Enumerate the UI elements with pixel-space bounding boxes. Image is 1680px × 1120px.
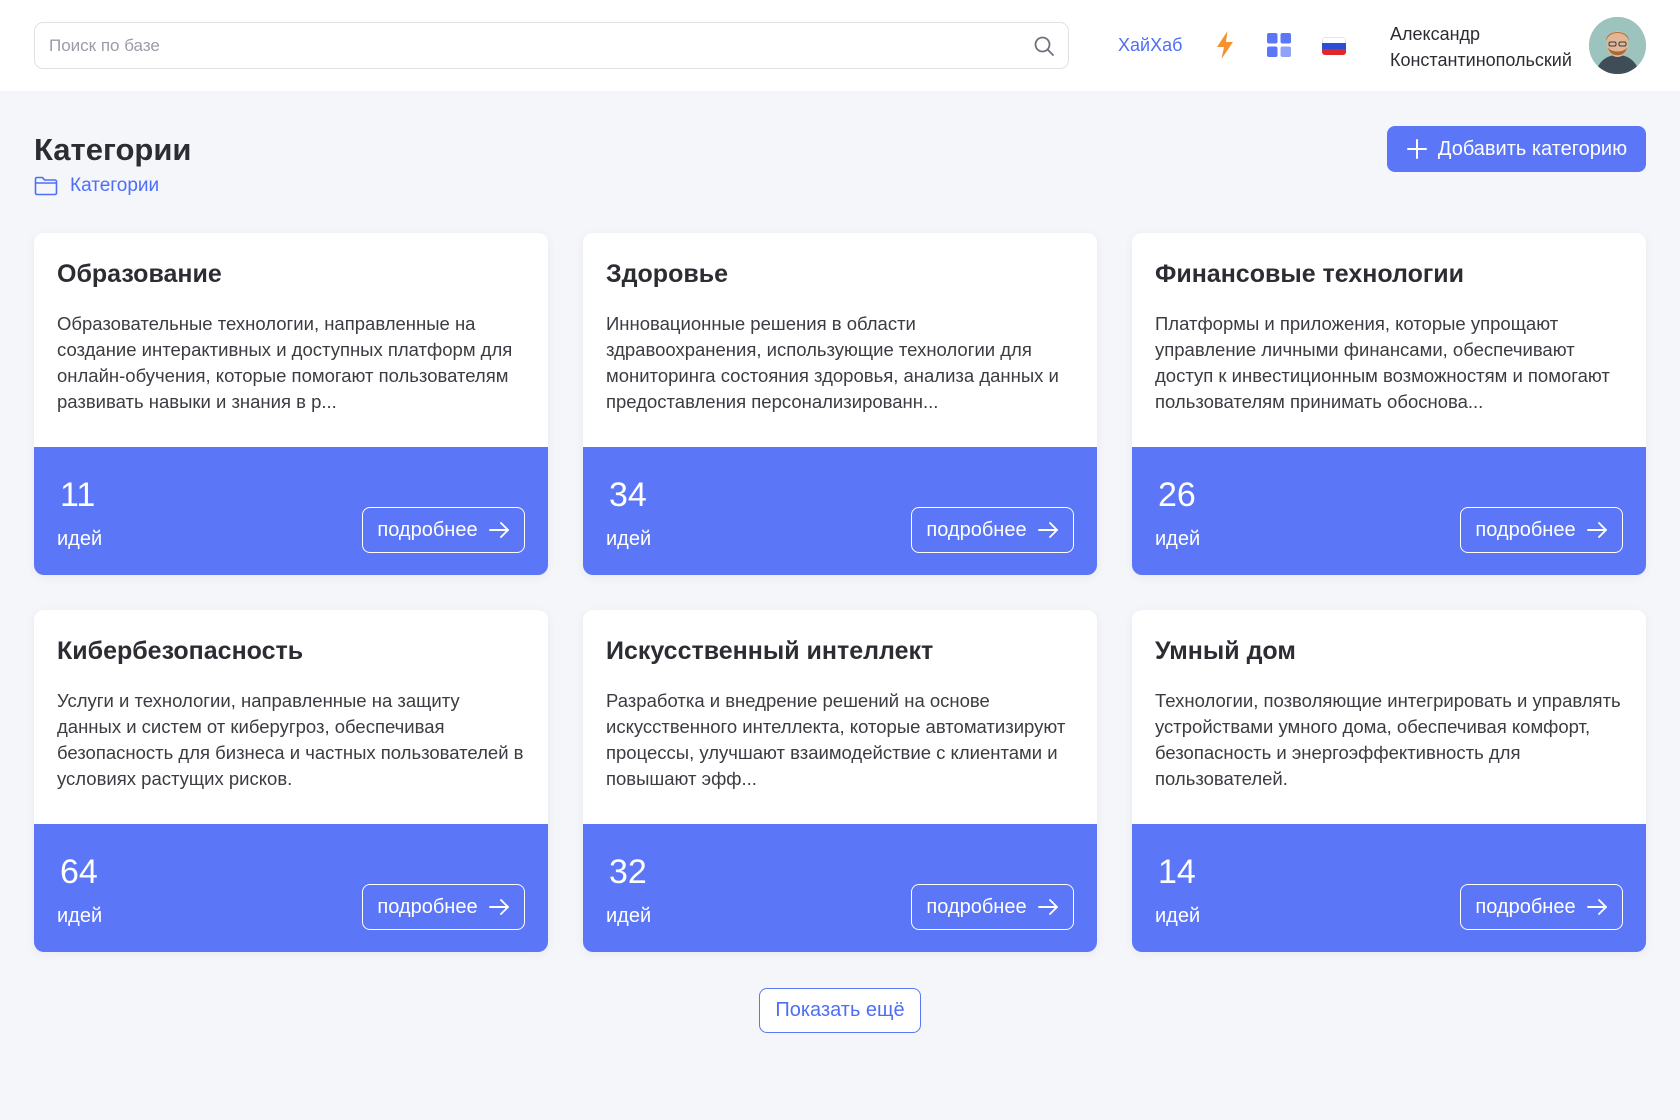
- details-button-label: подробнее: [377, 895, 478, 918]
- category-title: Образование: [57, 260, 222, 288]
- breadcrumb: Категории: [34, 173, 159, 199]
- idea-count-label: идей: [57, 528, 103, 550]
- category-description: Услуги и технологии, направленные на защ…: [57, 690, 524, 789]
- details-button[interactable]: подробнее: [911, 507, 1074, 553]
- idea-count-label: идей: [57, 905, 103, 927]
- add-category-button[interactable]: Добавить категорию: [1387, 126, 1646, 172]
- avatar[interactable]: [1589, 17, 1646, 74]
- show-more-button[interactable]: Показать ещё: [759, 988, 921, 1033]
- page-title: Категории: [34, 132, 192, 167]
- details-button[interactable]: подробнее: [911, 884, 1074, 930]
- category-title: Умный дом: [1155, 637, 1296, 665]
- idea-count: 64: [60, 853, 98, 891]
- idea-count: 14: [1158, 853, 1196, 891]
- category-title: Искусственный интеллект: [606, 637, 934, 665]
- details-button-label: подробнее: [1475, 518, 1576, 541]
- details-button-label: подробнее: [1475, 895, 1576, 918]
- idea-count-label: идей: [1155, 528, 1201, 550]
- idea-count-label: идей: [606, 905, 652, 927]
- details-button[interactable]: подробнее: [362, 884, 525, 930]
- category-description: Технологии, позволяющие интегрировать и …: [1155, 690, 1621, 789]
- category-card: Умный дом Технологии, позволяющие интегр…: [1132, 610, 1646, 952]
- category-card: Здоровье Инновационные решения в области…: [583, 233, 1097, 575]
- category-description: Образовательные технологии, направленные…: [57, 313, 513, 412]
- category-footer: 11 идей подробнее: [34, 447, 548, 575]
- breadcrumb-item-categories[interactable]: Категории: [70, 175, 159, 197]
- details-button[interactable]: подробнее: [1460, 884, 1623, 930]
- user-name[interactable]: Александр Константинопольский: [1390, 21, 1572, 73]
- apps-grid-icon[interactable]: [1267, 33, 1291, 57]
- category-card: Кибербезопасность Услуги и технологии, н…: [34, 610, 548, 952]
- folder-icon: [34, 176, 58, 196]
- category-card: Искусственный интеллект Разработка и вне…: [583, 610, 1097, 952]
- idea-count-label: идей: [606, 528, 652, 550]
- search-box[interactable]: [34, 22, 1069, 69]
- arrow-right-icon: [488, 522, 509, 538]
- category-footer: 26 идей подробнее: [1132, 447, 1646, 575]
- idea-count: 26: [1158, 476, 1196, 514]
- arrow-right-icon: [1586, 522, 1607, 538]
- details-button[interactable]: подробнее: [1460, 507, 1623, 553]
- category-description: Разработка и внедрение решений на основе…: [606, 690, 1066, 789]
- search-input[interactable]: [49, 23, 1009, 68]
- idea-count: 34: [609, 476, 647, 514]
- category-footer: 34 идей подробнее: [583, 447, 1097, 575]
- arrow-right-icon: [488, 899, 509, 915]
- category-description: Платформы и приложения, которые упрощают…: [1155, 313, 1610, 412]
- brand-link[interactable]: ХайХаб: [1118, 34, 1182, 56]
- category-title: Здоровье: [606, 260, 728, 288]
- category-title: Финансовые технологии: [1155, 260, 1464, 288]
- category-grid: Образование Образовательные технологии, …: [34, 233, 1646, 952]
- plus-icon: [1406, 139, 1427, 159]
- category-footer: 14 идей подробнее: [1132, 824, 1646, 952]
- user-first-name: Александр: [1390, 24, 1481, 44]
- category-footer: 32 идей подробнее: [583, 824, 1097, 952]
- details-button-label: подробнее: [926, 895, 1027, 918]
- details-button[interactable]: подробнее: [362, 507, 525, 553]
- details-button-label: подробнее: [926, 518, 1027, 541]
- category-card: Финансовые технологии Платформы и прилож…: [1132, 233, 1646, 575]
- flag-ru-icon[interactable]: [1322, 37, 1346, 55]
- idea-count: 11: [60, 476, 96, 514]
- category-footer: 64 идей подробнее: [34, 824, 548, 952]
- add-category-label: Добавить категорию: [1437, 137, 1628, 160]
- avatar-portrait-icon: [1589, 17, 1646, 74]
- search-icon[interactable]: [1032, 34, 1056, 58]
- user-last-name: Константинопольский: [1390, 50, 1572, 70]
- category-description: Инновационные решения в области здравоох…: [606, 313, 1059, 412]
- top-bar: ХайХаб Александр Константинопольский: [0, 0, 1680, 91]
- details-button-label: подробнее: [377, 518, 478, 541]
- idea-count-label: идей: [1155, 905, 1201, 927]
- arrow-right-icon: [1037, 899, 1058, 915]
- bolt-icon[interactable]: [1213, 30, 1237, 60]
- arrow-right-icon: [1037, 522, 1058, 538]
- arrow-right-icon: [1586, 899, 1607, 915]
- category-card: Образование Образовательные технологии, …: [34, 233, 548, 575]
- idea-count: 32: [609, 853, 647, 891]
- category-title: Кибербезопасность: [57, 637, 304, 665]
